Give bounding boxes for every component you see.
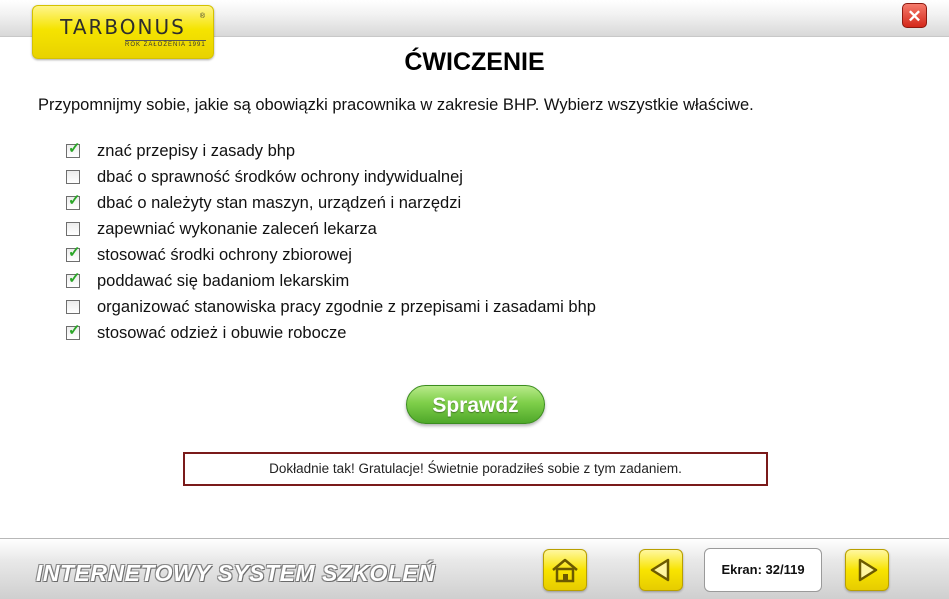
close-button[interactable]: ✕ [902, 3, 927, 28]
arrow-left-icon [650, 558, 670, 582]
checkmark-icon: ✓ [68, 244, 81, 261]
answer-checkbox[interactable]: ✓ [66, 322, 81, 340]
answer-checkbox[interactable] [66, 222, 80, 236]
arrow-right-icon [858, 558, 878, 582]
check-answers-button[interactable]: Sprawdź [406, 385, 545, 424]
logo-tagline: ROK ZAŁOŻENIA 1991 [125, 40, 206, 48]
previous-screen-button[interactable] [639, 549, 683, 591]
answer-checkbox[interactable] [66, 170, 80, 184]
answer-checkbox[interactable]: ✓ [66, 192, 81, 210]
answer-option-label[interactable]: stosować odzież i obuwie robocze [97, 324, 346, 343]
exercise-instruction: Przypomnijmy sobie, jakie są obowiązki p… [38, 96, 754, 114]
screen-counter: Ekran: 32/119 [704, 548, 822, 592]
checkmark-icon: ✓ [68, 140, 81, 157]
answer-option-label[interactable]: poddawać się badaniom lekarskim [97, 272, 349, 291]
checkmark-icon: ✓ [68, 322, 81, 339]
feedback-message: Dokładnie tak! Gratulacje! Świetnie pora… [183, 452, 768, 486]
home-icon [552, 558, 578, 583]
answer-option-label[interactable]: dbać o należyty stan maszyn, urządzeń i … [97, 194, 461, 213]
answer-option-label[interactable]: zapewniać wykonanie zaleceń lekarza [97, 220, 377, 239]
answer-checkbox[interactable] [66, 300, 80, 314]
answer-option-label[interactable]: stosować środki ochrony zbiorowej [97, 246, 352, 265]
checkmark-icon: ✓ [68, 270, 81, 287]
answer-checkbox[interactable]: ✓ [66, 244, 81, 262]
answer-checkbox[interactable]: ✓ [66, 140, 81, 158]
system-title: INTERNETOWY SYSTEM SZKOLEŃ [36, 560, 436, 586]
answer-option-label[interactable]: organizować stanowiska pracy zgodnie z p… [97, 298, 596, 317]
logo-registered-mark: ® [199, 13, 205, 20]
page-title: ĆWICZENIE [404, 48, 545, 76]
home-button[interactable] [543, 549, 587, 591]
top-bar: TARBONUS ® ROK ZAŁOŻENIA 1991 ✕ [0, 0, 949, 59]
answer-checkbox[interactable]: ✓ [66, 270, 81, 288]
close-icon: ✕ [907, 7, 922, 26]
answer-option-label[interactable]: znać przepisy i zasady bhp [97, 142, 295, 161]
answer-option-label[interactable]: dbać o sprawność środków ochrony indywid… [97, 168, 463, 187]
next-screen-button[interactable] [845, 549, 889, 591]
checkmark-icon: ✓ [68, 192, 81, 209]
logo-name: TARBONUS [60, 15, 186, 39]
bottom-bar: INTERNETOWY SYSTEM SZKOLEŃ Ekran: 32/119 [0, 538, 949, 599]
